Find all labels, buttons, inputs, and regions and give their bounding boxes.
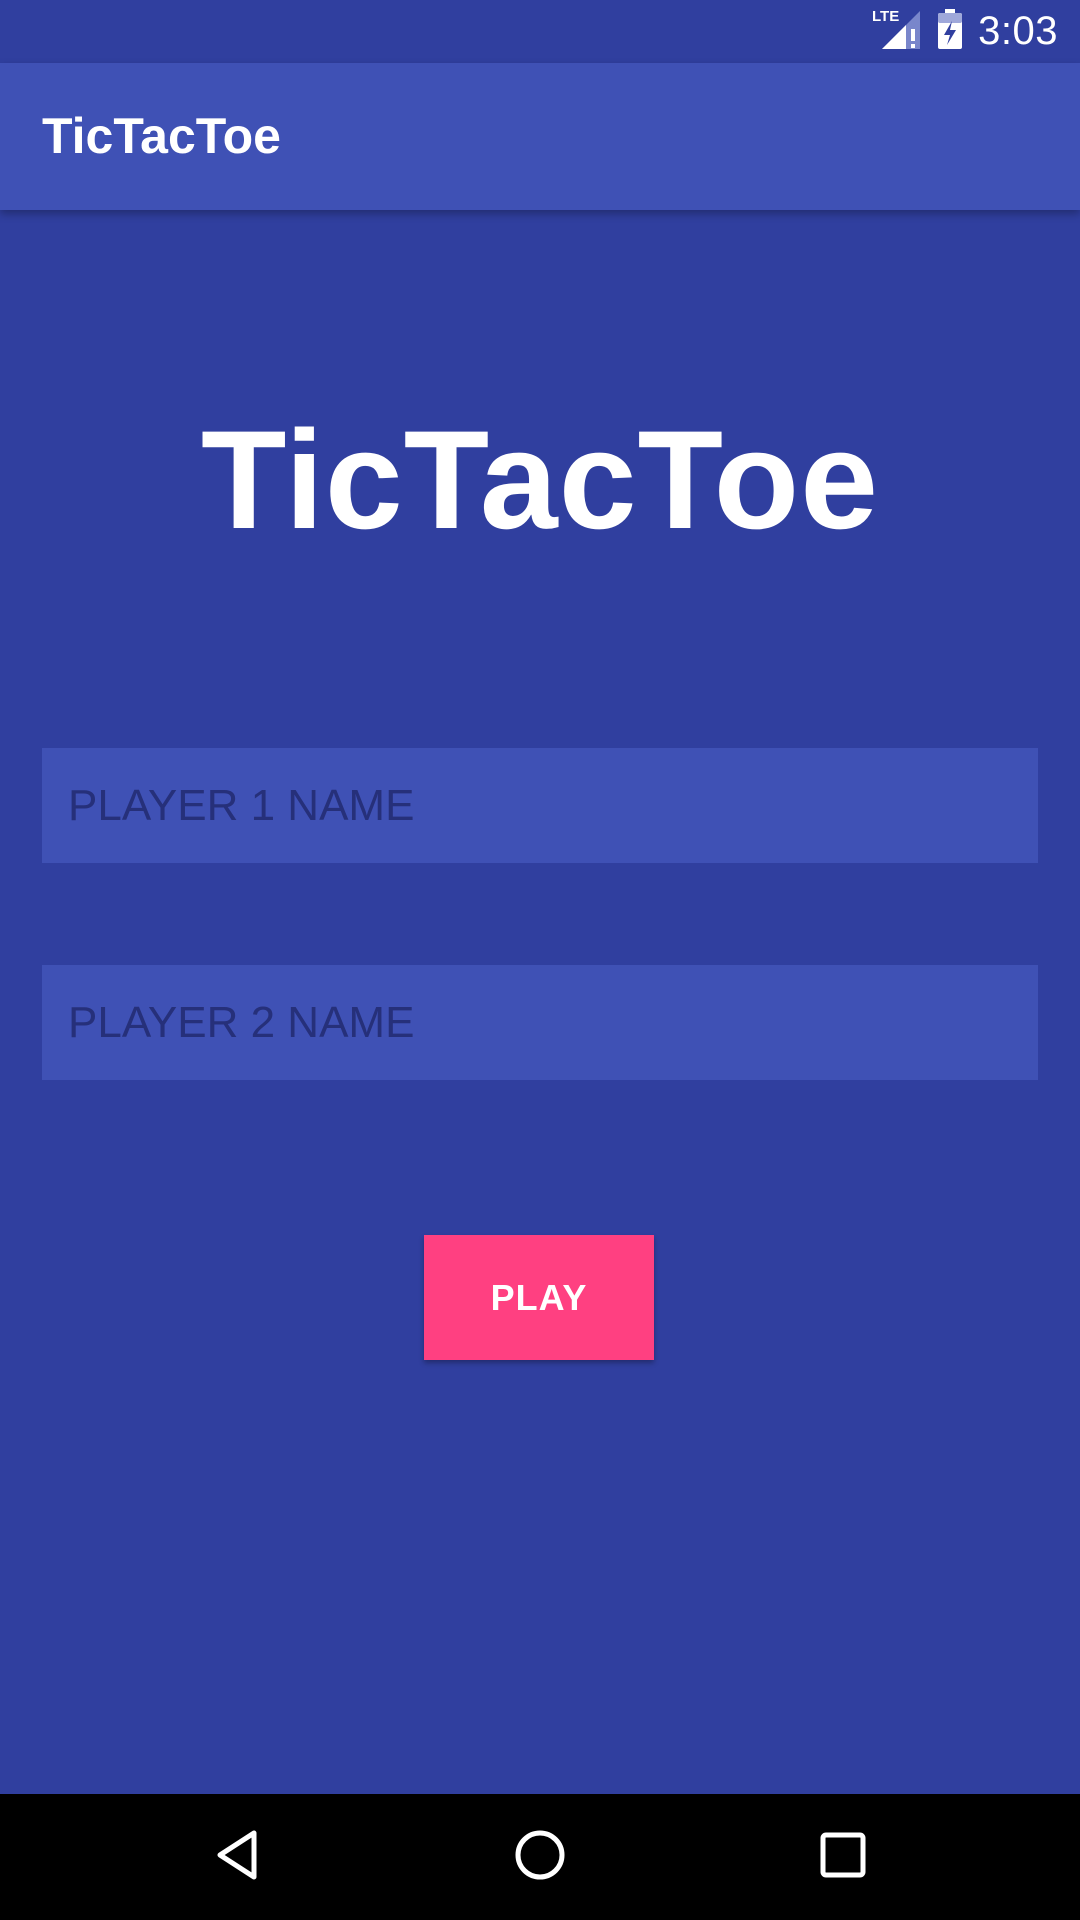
- status-icons: LTE 3:03: [872, 0, 1058, 63]
- battery-charging-icon: [936, 7, 964, 56]
- recents-button[interactable]: [778, 1794, 908, 1920]
- home-button[interactable]: [475, 1794, 605, 1920]
- back-icon: [212, 1827, 262, 1888]
- status-bar: LTE 3:03: [0, 0, 1080, 63]
- screen: LTE 3:03 TicTacToe TicTacToe PLAY: [0, 0, 1080, 1920]
- player1-name-input[interactable]: [42, 748, 1038, 863]
- lte-signal-icon: LTE: [872, 7, 922, 56]
- home-icon: [512, 1827, 568, 1888]
- back-button[interactable]: [172, 1794, 302, 1920]
- navigation-bar: [0, 1794, 1080, 1920]
- recents-icon: [818, 1830, 868, 1885]
- page-title: TicTacToe: [200, 401, 880, 558]
- lte-label: LTE: [872, 8, 899, 25]
- app-bar: TicTacToe: [0, 63, 1080, 210]
- main-content: TicTacToe PLAY: [0, 210, 1080, 1794]
- play-button[interactable]: PLAY: [424, 1235, 654, 1360]
- status-time: 3:03: [978, 9, 1058, 53]
- app-bar-title: TicTacToe: [42, 108, 281, 164]
- player2-name-input[interactable]: [42, 965, 1038, 1080]
